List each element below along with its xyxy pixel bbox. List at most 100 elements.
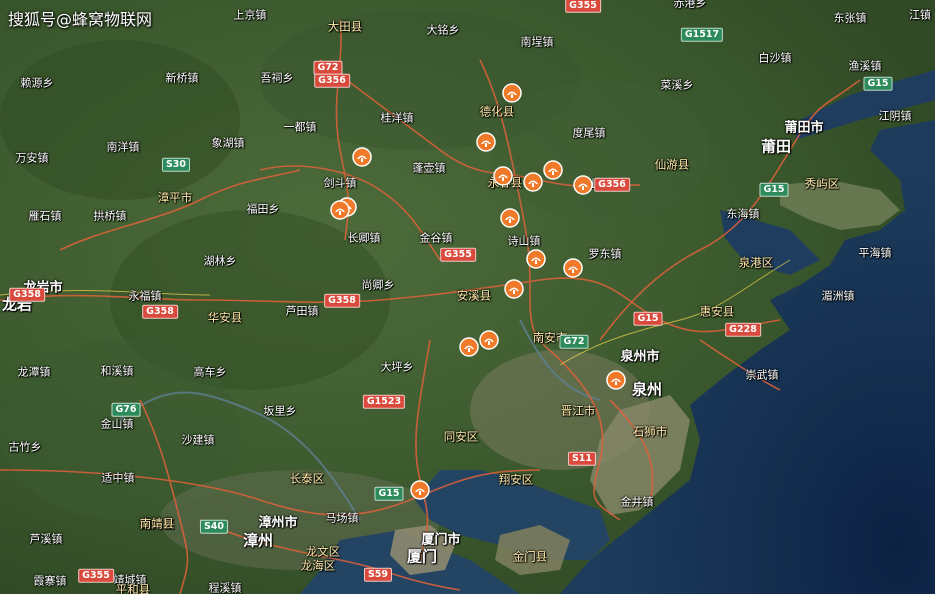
place-label: 石狮市 [632,424,668,439]
place-label: 东张镇 [833,11,867,25]
watermark: 搜狐号@蜂窝物联网 [8,10,153,29]
map-marker[interactable] [605,369,627,391]
map-marker[interactable] [525,248,547,270]
marker-pin-icon [476,132,496,152]
place-label: 高车乡 [193,365,227,379]
marker-pin-icon [563,258,583,278]
place-label: 白沙镇 [758,51,792,65]
marker-pin-icon [526,249,546,269]
road-shield: S11 [567,451,597,467]
place-label: 崇武镇 [745,368,779,382]
place-label: 厦门市 [421,532,461,548]
place-label: 湄洲镇 [821,289,855,303]
place-label: 金井镇 [620,495,654,509]
place-label: 大田县 [327,19,363,34]
map-marker[interactable] [475,131,497,153]
road-shield: G358 [142,304,178,320]
place-label: 一都镇 [283,120,317,134]
road-shield: G1517 [680,27,724,43]
place-label: 坂里乡 [263,404,297,418]
place-label: 拱桥镇 [93,209,127,223]
place-label: 泉州市 [620,349,660,365]
place-label: 和溪镇 [100,364,134,378]
place-label: 马场镇 [325,511,359,525]
marker-pin-icon [352,147,372,167]
place-label: 仙游县 [654,157,690,172]
map-marker[interactable] [409,479,431,501]
place-label: 金门县 [512,549,548,564]
place-label: 漳州市 [258,515,298,531]
road-shield: G15 [633,311,663,327]
map-marker[interactable] [329,199,351,221]
road-shield: S30 [161,157,191,173]
marker-pin-icon [459,337,479,357]
map-marker[interactable] [503,278,525,300]
marker-pin-icon [606,370,626,390]
place-label: 长泰区 [289,471,325,486]
place-label: 古竹乡 [8,440,42,454]
map-marker[interactable] [542,159,564,181]
place-label: 金谷镇 [419,231,453,245]
place-label: 南埕镇 [520,35,554,49]
map-marker[interactable] [478,329,500,351]
place-label: 湖林乡 [203,254,237,268]
place-label: 芦田镇 [285,304,319,318]
road-shield: G15 [863,76,893,92]
place-label: 江阴镇 [878,109,912,123]
place-label: 桂洋镇 [380,111,414,125]
place-label: 平海镇 [858,246,892,260]
place-label: 华安县 [207,310,243,325]
place-label: 沙建镇 [181,433,215,447]
place-label: 蓬壶镇 [412,161,446,175]
map-marker[interactable] [562,257,584,279]
road-shield: G1523 [362,394,406,410]
place-label: 永福镇 [128,289,162,303]
road-shield: G355 [565,0,601,14]
map-marker[interactable] [522,171,544,193]
place-label: 平和县 [115,582,151,594]
place-label: 晋江市 [560,403,596,418]
marker-pin-icon [543,160,563,180]
place-label: 东海镇 [726,207,760,221]
marker-pin-icon [493,166,513,186]
place-label: 雁石镇 [28,209,62,223]
place-label: 翔安区 [498,472,534,487]
map-marker[interactable] [499,207,521,229]
marker-pin-icon [502,83,522,103]
place-label: 剑斗镇 [323,176,357,190]
place-label: 南洋镇 [106,140,140,154]
map-marker[interactable] [572,174,594,196]
place-label: 龙海区 [300,558,336,573]
road-shield: G356 [314,73,350,89]
place-label: 菜溪乡 [660,78,694,92]
place-label: 龙文区 [305,544,341,559]
road-shield: G358 [324,293,360,309]
road-shield: G72 [559,334,589,350]
place-label: 德化县 [479,104,515,119]
place-label: 诗山镇 [507,234,541,248]
place-label: 莆田 [760,137,792,156]
place-label: 安溪县 [456,288,492,303]
road-shield: G15 [374,486,404,502]
map-marker[interactable] [351,146,373,168]
place-label: 适中镇 [101,471,135,485]
place-label: 莆田市 [784,120,824,136]
place-label: 吾祠乡 [260,71,294,85]
map-marker[interactable] [492,165,514,187]
road-shield: S59 [363,567,393,583]
map-marker[interactable] [501,82,523,104]
map-marker[interactable] [458,336,480,358]
road-shield: G355 [440,247,476,263]
road-shield: G76 [111,402,141,418]
marker-pin-icon [410,480,430,500]
place-label: 漳州 [242,531,274,550]
place-label: 芦溪镇 [29,532,63,546]
place-label: 福田乡 [246,202,280,216]
place-label: 罗东镇 [588,247,622,261]
place-label: 金山镇 [100,417,134,431]
place-label: 霞寨镇 [33,574,67,588]
road-shield: G356 [594,177,630,193]
road-shield: G358 [9,287,45,303]
place-label: 惠安县 [699,304,735,319]
map-view[interactable]: 搜狐号@蜂窝物联网 上京镇 大田县 大铭乡 南埕镇 赤港乡 东张镇 江镇 白沙镇 渔溪镇 赖源乡 新… [0,0,935,594]
